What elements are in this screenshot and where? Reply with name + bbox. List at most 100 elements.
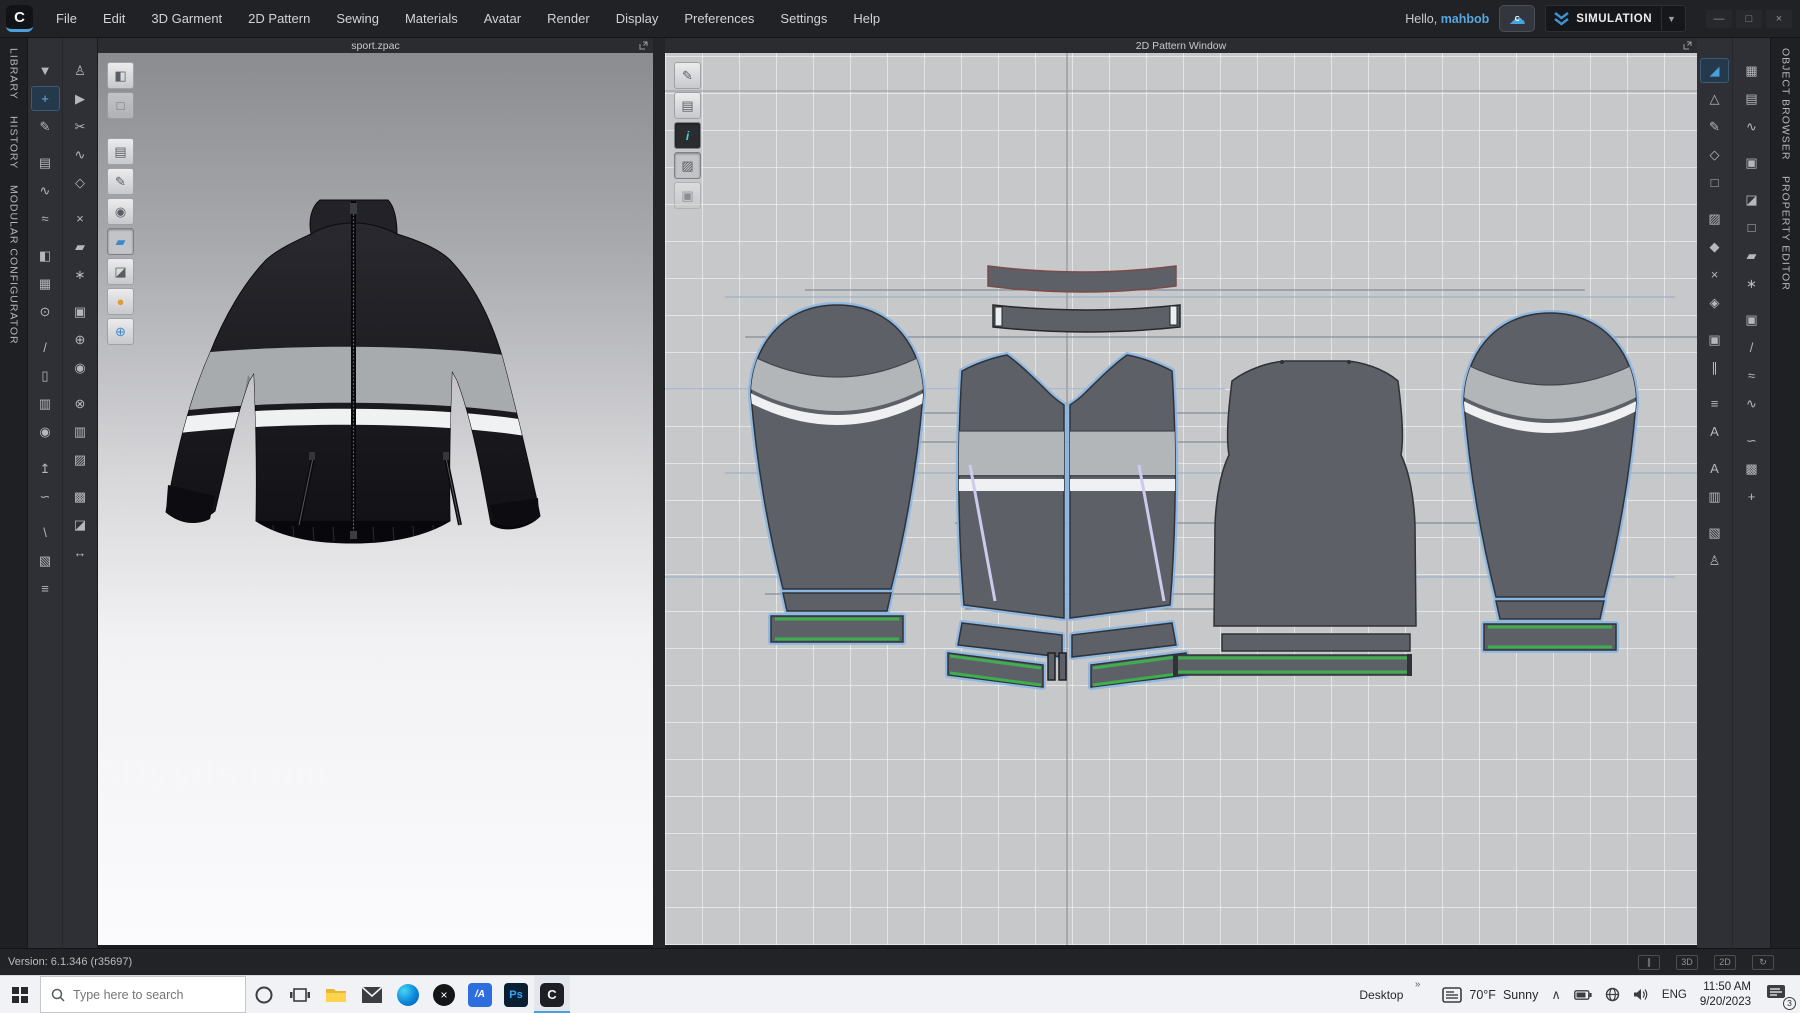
flower-graphic-icon[interactable]: ∗ [1737,271,1766,296]
ma-app-button[interactable]: /A [462,976,498,1013]
clo-logo-icon[interactable]: C [6,5,33,32]
cortana-button[interactable] [246,976,282,1013]
add-pattern-icon[interactable]: + [1737,484,1766,509]
baste-line-icon[interactable]: / [1737,335,1766,360]
username[interactable]: mahbob [1441,12,1490,26]
show-stitches-icon[interactable]: ✎ [107,168,134,195]
hidden-icons-chevron[interactable]: ∧ [1551,987,1561,1003]
free-sewing-icon[interactable]: ≈ [31,206,60,231]
menu-help[interactable]: Help [840,0,893,37]
walk-pattern-icon[interactable]: ♙ [1700,548,1729,573]
menu-file[interactable]: File [43,0,90,37]
render-style-icon[interactable]: ◧ [107,62,134,89]
trace-icon[interactable]: ◈ [1700,290,1729,315]
simulate-icon[interactable]: ▼ [31,58,60,83]
3d-viewport[interactable]: ◧□▤✎◉▰◪●⊕ [98,53,653,945]
transform-pattern-icon[interactable]: ◢ [1700,58,1729,83]
tack-curve-icon[interactable]: ∽ [31,484,60,509]
edge-button[interactable] [390,976,426,1013]
text-style-icon[interactable]: A [1700,456,1729,481]
collar-piece-outer[interactable] [988,266,1176,292]
sidebar-tab-property-editor[interactable]: PROPERTY EDITOR [1780,176,1792,291]
view-3d-button[interactable]: 3D [1676,955,1698,970]
machine-segment-icon[interactable]: ▤ [1737,86,1766,111]
menu-render[interactable]: Render [534,0,603,37]
band-select-icon[interactable]: ◪ [66,512,95,537]
show-shadow-icon[interactable]: ◪ [107,258,134,285]
sidebar-tab-library[interactable]: LIBRARY [8,48,20,100]
pleat-fold-icon[interactable]: ▧ [1700,520,1729,545]
shirt-select-icon[interactable]: □ [1737,215,1766,240]
padding-icon[interactable]: ◉ [31,419,60,444]
garment-print-icon[interactable]: ▣ [66,299,95,324]
strap-tool-icon[interactable]: ▯ [31,363,60,388]
remove-stitch-icon[interactable]: × [66,206,95,231]
rectangle-icon[interactable]: □ [1700,170,1729,195]
clone-pattern-icon[interactable]: ▣ [1700,327,1729,352]
restore-button[interactable]: □ [1736,10,1762,28]
dart-icon[interactable]: ▨ [1700,206,1729,231]
seam-tape-icon[interactable]: ∥ [1700,355,1729,380]
menu-avatar[interactable]: Avatar [471,0,534,37]
show-avatar-icon[interactable]: ◉ [107,198,134,225]
menu-edit[interactable]: Edit [90,0,138,37]
refresh-button[interactable]: ↻ [1752,955,1774,970]
close-button[interactable]: × [1766,10,1792,28]
3d-window-titlebar[interactable]: sport.zpac [98,38,653,53]
photoshop-button[interactable]: Ps [498,976,534,1013]
divide-icon[interactable]: × [1700,262,1729,287]
show-environment-icon[interactable]: ⊕ [107,318,134,345]
back-pattern[interactable] [1214,361,1416,626]
stitch-roll-icon[interactable]: ▰ [1737,243,1766,268]
roll-fabric-icon[interactable]: ▩ [66,484,95,509]
fold-arrangement-icon[interactable]: ◧ [31,243,60,268]
detach-seam-icon[interactable]: ◇ [66,170,95,195]
back-hem-band[interactable] [1173,654,1412,676]
zip-garment-icon[interactable]: ▧ [31,548,60,573]
2d-pattern-viewport[interactable]: ✎▤i▨▣ [665,53,1697,945]
file-explorer-button[interactable] [318,976,354,1013]
xbox-button[interactable]: × [426,976,462,1013]
front-right-pattern[interactable] [1067,355,1186,687]
popout-icon[interactable] [1683,41,1692,50]
polygon-icon[interactable]: ◇ [1700,142,1729,167]
window-divider[interactable] [653,38,665,948]
machine-check-icon[interactable]: ▣ [1737,150,1766,175]
quilt-icon[interactable]: ▩ [1737,456,1766,481]
zigzag-stitch-icon[interactable]: ∿ [1737,391,1766,416]
sidebar-tab-modular-configurator[interactable]: MODULAR CONFIGURATOR [8,185,20,345]
avatar-walk-icon[interactable]: ♙ [66,58,95,83]
clo-app-button[interactable]: C [534,976,570,1013]
taskbar-search[interactable] [40,976,246,1013]
right-sleeve-pattern[interactable] [1456,313,1644,650]
sidebar-tab-object-browser[interactable]: OBJECT BROWSER [1780,48,1792,160]
left-sleeve-pattern[interactable] [743,305,931,642]
split-view-button[interactable]: ∥ [1638,955,1660,970]
zipper-icon[interactable]: ≡ [31,576,60,601]
edit-pinpoint-icon[interactable]: ✎ [31,114,60,139]
button-lock-icon[interactable]: ⊗ [66,391,95,416]
menu-display[interactable]: Display [603,0,672,37]
search-input[interactable] [73,988,223,1002]
language-indicator[interactable]: ENG [1662,989,1687,1001]
battery-icon[interactable] [1574,990,1592,1000]
iron-icon[interactable]: ◪ [1737,187,1766,212]
ruler-icon[interactable]: ≡ [1700,391,1729,416]
graphic-flower-icon[interactable]: ∗ [66,262,95,287]
slash-line-icon[interactable]: \ [31,520,60,545]
network-globe-icon[interactable] [1605,987,1620,1002]
simulation-dropdown[interactable]: ▼ [1661,7,1681,30]
segment-sewing-icon[interactable]: ∿ [31,178,60,203]
menu-2d-pattern[interactable]: 2D Pattern [235,0,323,37]
menu-preferences[interactable]: Preferences [671,0,767,37]
view-2d-button[interactable]: 2D [1714,955,1736,970]
popout-icon[interactable] [639,41,648,50]
internal-line-icon[interactable]: / [31,335,60,360]
pleats-icon[interactable]: ▥ [1700,484,1729,509]
zigzag2-stitch-icon[interactable]: ∽ [1737,428,1766,453]
show-garment-icon[interactable]: ▤ [107,138,134,165]
sewing-curve-icon[interactable]: ∿ [66,142,95,167]
select-garment-icon[interactable]: ▤ [31,150,60,175]
sewing-machine-icon[interactable]: ▦ [31,271,60,296]
garment-fit-icon[interactable]: □ [107,92,134,119]
